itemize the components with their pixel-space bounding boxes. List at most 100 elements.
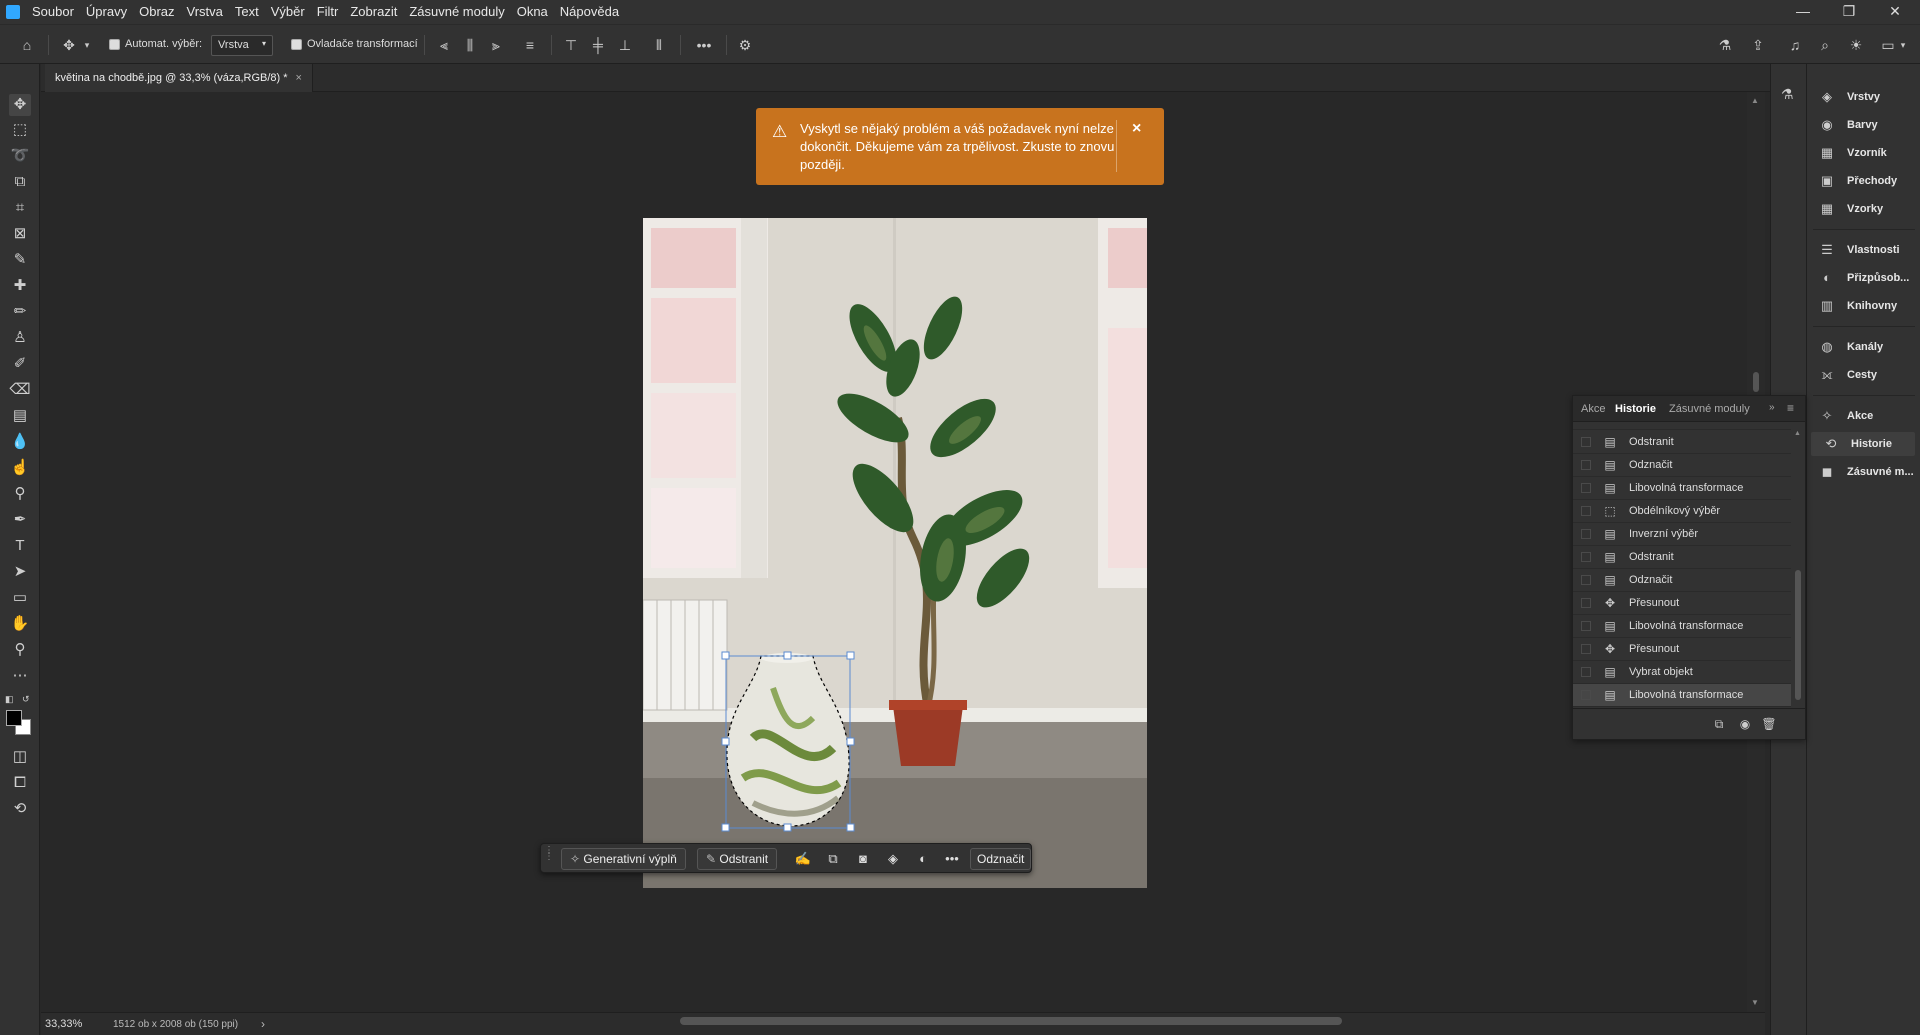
dock-item-prechody[interactable]: ▣ Přechody <box>1807 169 1920 193</box>
more-options-icon[interactable]: ••• <box>692 37 716 53</box>
tab-akce[interactable]: Akce <box>1581 396 1605 422</box>
pen-tool-icon[interactable]: ✒ <box>9 509 31 531</box>
transform-controls-checkbox[interactable] <box>291 39 302 50</box>
history-brush-tool-icon[interactable]: ✐ <box>9 353 31 375</box>
generative-fill-button[interactable]: ✧ Generativní výplň <box>561 848 686 870</box>
restore-button[interactable]: ❐ <box>1826 0 1872 24</box>
snapshot-checkbox[interactable] <box>1581 437 1591 447</box>
collapse-panel-icon[interactable]: » <box>1769 402 1775 413</box>
snapshot-checkbox[interactable] <box>1581 621 1591 631</box>
eyedropper-tool-icon[interactable]: ✎ <box>9 249 31 271</box>
more-icon[interactable]: ••• <box>942 849 962 869</box>
tab-historie[interactable]: Historie <box>1615 396 1656 422</box>
menu-filtr[interactable]: Filtr <box>311 0 345 24</box>
eraser-tool-icon[interactable]: ⌫ <box>9 379 31 401</box>
menu-soubor[interactable]: Soubor <box>26 0 80 24</box>
align-bottom-icon[interactable]: ⊥ <box>616 37 634 53</box>
snapshot-checkbox[interactable] <box>1581 460 1591 470</box>
rectangle-tool-icon[interactable]: ▭ <box>9 587 31 609</box>
clone-stamp-tool-icon[interactable]: ♙ <box>9 327 31 349</box>
history-item[interactable]: ✥ Přesunout <box>1573 592 1791 615</box>
distribute-icon[interactable]: ≡ <box>521 37 539 53</box>
type-tool-icon[interactable]: T <box>9 535 31 557</box>
light-icon[interactable]: ☀ <box>1847 37 1865 53</box>
fill-icon[interactable]: ◈ <box>883 849 903 869</box>
frame-tool-icon[interactable]: ⊠ <box>9 223 31 245</box>
flask-icon[interactable]: ⚗ <box>1781 86 1794 103</box>
home-icon[interactable]: ⌂ <box>18 37 36 53</box>
close-window-button[interactable]: ✕ <box>1872 0 1918 24</box>
scroll-up-icon[interactable]: ▲ <box>1751 96 1759 105</box>
dock-item-historie[interactable]: ⟲ Historie <box>1811 432 1915 456</box>
path-selection-tool-icon[interactable]: ➤ <box>9 561 31 583</box>
dodge-tool-icon[interactable]: ⚲ <box>9 483 31 505</box>
move-tool-icon[interactable]: ✥ <box>9 94 31 116</box>
blur-tool-icon[interactable]: 💧 <box>9 431 31 453</box>
screen-mode-icon[interactable]: ⧠ <box>9 772 31 794</box>
history-scrollbar[interactable]: ▲ <box>1793 430 1803 706</box>
history-item[interactable]: ▤ Inverzní výběr <box>1573 523 1791 546</box>
dock-item-akce[interactable]: ✧ Akce <box>1807 404 1920 428</box>
deselect-button[interactable]: Odznačit <box>970 848 1032 870</box>
transform-icon[interactable]: ⧉ <box>823 849 843 869</box>
dock-item-barvy[interactable]: ◉ Barvy <box>1807 113 1920 137</box>
history-item[interactable]: ▤ Odznačit <box>1573 454 1791 477</box>
foreground-color-swatch[interactable] <box>6 710 22 726</box>
panel-menu-icon[interactable]: ≡ <box>1787 401 1794 415</box>
snapshot-checkbox[interactable] <box>1581 483 1591 493</box>
menu-upravy[interactable]: Úpravy <box>80 0 133 24</box>
align-center-icon[interactable]: ⫼ <box>461 37 479 53</box>
drag-handle-icon[interactable]: ⋮ ⋮ <box>544 846 554 862</box>
share-icon[interactable]: ⇪ <box>1749 37 1767 53</box>
marquee-tool-icon[interactable]: ⬚ <box>9 119 31 141</box>
close-tab-icon[interactable]: × <box>296 72 302 84</box>
generative-icon[interactable]: ⟲ <box>9 798 31 820</box>
history-item[interactable]: ⬚ Obdélníkový výběr <box>1573 500 1791 523</box>
snapshot-checkbox[interactable] <box>1581 690 1591 700</box>
history-item[interactable]: ▤ Odznačit <box>1573 569 1791 592</box>
align-middle-icon[interactable]: ╪ <box>589 37 607 53</box>
chevron-down-icon[interactable]: ▾ <box>1898 37 1908 53</box>
menu-okna[interactable]: Okna <box>511 0 554 24</box>
more-tools-icon[interactable]: ⋯ <box>9 665 31 687</box>
mask-icon[interactable]: ◙ <box>853 849 873 869</box>
snapshot-checkbox[interactable] <box>1581 506 1591 516</box>
document-image[interactable] <box>643 218 1147 888</box>
menu-text[interactable]: Text <box>229 0 265 24</box>
gear-icon[interactable]: ⚙ <box>736 37 754 53</box>
menu-zasuvne-moduly[interactable]: Zásuvné moduly <box>403 0 510 24</box>
trash-icon[interactable]: 🗑 <box>1761 717 1777 731</box>
dock-item-zasuvne-moduly[interactable]: ◼ Zásuvné m... <box>1807 460 1920 484</box>
scroll-thumb[interactable] <box>1795 570 1801 700</box>
remove-button[interactable]: ✎ Odstranit <box>697 848 778 870</box>
dock-item-prizpusobeni[interactable]: ◐ Přizpůsob... <box>1807 266 1920 290</box>
dock-item-cesty[interactable]: ⟗ Cesty <box>1807 363 1920 387</box>
gradient-tool-icon[interactable]: ▤ <box>9 405 31 427</box>
history-item[interactable]: ✥ Přesunout <box>1573 638 1791 661</box>
dock-item-kanaly[interactable]: ◍ Kanály <box>1807 335 1920 359</box>
dock-item-vzornik[interactable]: ▦ Vzorník <box>1807 141 1920 165</box>
dock-item-vzorky[interactable]: ▦ Vzorky <box>1807 197 1920 221</box>
horizontal-scroll-thumb[interactable] <box>680 1017 1342 1025</box>
select-subject-icon[interactable]: ✍ <box>793 849 813 869</box>
lasso-tool-icon[interactable]: ➰ <box>9 145 31 167</box>
zoom-tool-icon[interactable]: ⚲ <box>9 639 31 661</box>
history-item[interactable]: ▤ Odstranit <box>1573 546 1791 569</box>
scroll-up-icon[interactable]: ▲ <box>1794 430 1801 437</box>
dock-item-knihovny[interactable]: ▥ Knihovny <box>1807 294 1920 318</box>
history-item[interactable]: ▤ Libovolná transformace <box>1573 477 1791 500</box>
chevron-down-icon[interactable]: ▾ <box>82 37 92 53</box>
brush-tool-icon[interactable]: ✏ <box>9 301 31 323</box>
zoom-level[interactable]: 33,33% <box>45 1018 82 1030</box>
search-icon[interactable]: ⌕ <box>1816 37 1834 53</box>
snapshot-checkbox[interactable] <box>1581 598 1591 608</box>
snapshot-checkbox[interactable] <box>1581 667 1591 677</box>
move-tool-icon[interactable]: ✥ <box>60 37 78 53</box>
close-notification-button[interactable]: × <box>1132 120 1141 138</box>
camera-icon[interactable]: ◉ <box>1737 717 1753 731</box>
swap-colors-icon[interactable]: ↺ <box>22 694 32 704</box>
bell-icon[interactable]: ♫ <box>1786 37 1804 53</box>
history-item[interactable]: ▤ Libovolná transformace <box>1573 615 1791 638</box>
menu-obraz[interactable]: Obraz <box>133 0 180 24</box>
history-item[interactable]: ▤ Vybrat objekt <box>1573 661 1791 684</box>
